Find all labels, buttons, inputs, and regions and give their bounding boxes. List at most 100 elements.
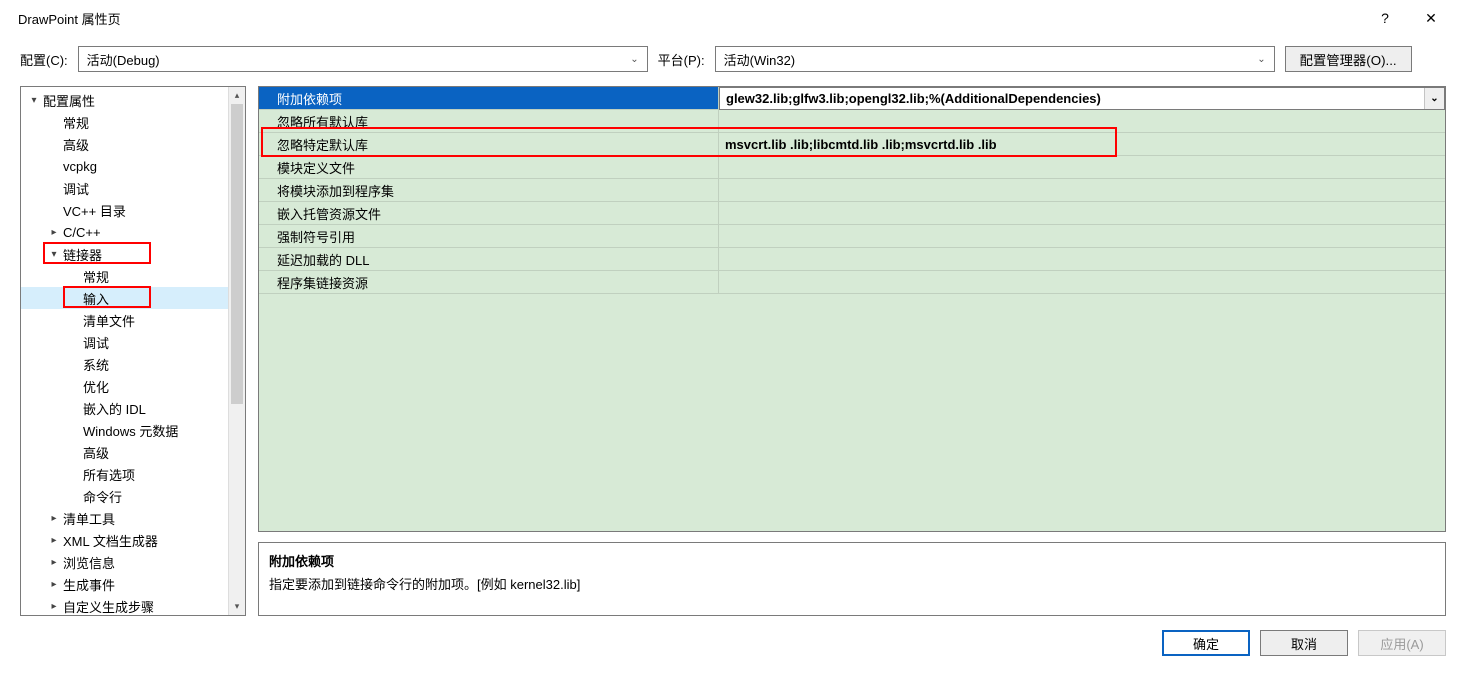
tree-item[interactable]: 调试 xyxy=(21,177,228,199)
property-row[interactable]: 模块定义文件 xyxy=(259,156,1445,179)
chevron-down-icon: ⌄ xyxy=(1257,54,1265,65)
tree-item-label: 高级 xyxy=(81,443,111,462)
tree-item[interactable]: 优化 xyxy=(21,375,228,397)
property-row[interactable]: 附加依赖项 glew32.lib;glfw3.lib;opengl32.lib;%… xyxy=(259,87,1445,110)
tree-item-label: C/C++ xyxy=(61,225,103,240)
tree-item-label: 自定义生成步骤 xyxy=(61,597,156,616)
property-name: 忽略特定默认库 xyxy=(259,133,719,156)
tree-item-label: 系统 xyxy=(81,355,111,374)
help-button[interactable]: ? xyxy=(1362,3,1408,33)
tree-item-label: 调试 xyxy=(61,179,91,198)
window-title: DrawPoint 属性页 xyxy=(12,9,1362,28)
tree-item[interactable]: ▸自定义生成步骤 xyxy=(21,595,228,615)
property-value[interactable] xyxy=(719,271,1445,294)
property-value-text: glew32.lib;glfw3.lib;opengl32.lib;%(Addi… xyxy=(726,91,1101,106)
scroll-thumb[interactable] xyxy=(231,104,243,404)
expand-right-icon[interactable]: ▸ xyxy=(47,513,61,524)
property-value[interactable] xyxy=(719,110,1445,133)
tree-item[interactable]: ▸清单工具 xyxy=(21,507,228,529)
tree-item[interactable]: ▸C/C++ xyxy=(21,221,228,243)
nav-tree: ▾配置属性常规高级vcpkg调试VC++ 目录▸C/C++▾链接器常规输入清单文… xyxy=(20,86,246,616)
description-panel: 附加依赖项 指定要添加到链接命令行的附加项。[例如 kernel32.lib] xyxy=(258,542,1446,616)
tree-scrollbar[interactable]: ▴ ▾ xyxy=(228,87,245,615)
tree-item-label: 清单文件 xyxy=(81,311,137,330)
tree-item[interactable]: ▾配置属性 xyxy=(21,89,228,111)
tree-item[interactable]: 高级 xyxy=(21,441,228,463)
property-name: 程序集链接资源 xyxy=(259,271,719,294)
scroll-down-icon[interactable]: ▾ xyxy=(229,598,245,615)
tree-item[interactable]: 命令行 xyxy=(21,485,228,507)
expand-right-icon[interactable]: ▸ xyxy=(47,535,61,546)
tree-item[interactable]: 输入 xyxy=(21,287,228,309)
property-row[interactable]: 程序集链接资源 xyxy=(259,271,1445,294)
tree-item[interactable]: ▸浏览信息 xyxy=(21,551,228,573)
tree-item-label: 嵌入的 IDL xyxy=(81,399,148,418)
tree-item-label: 浏览信息 xyxy=(61,553,117,572)
tree-item[interactable]: 嵌入的 IDL xyxy=(21,397,228,419)
property-row[interactable]: 忽略特定默认库 msvcrt.lib .lib;libcmtd.lib .lib;… xyxy=(259,133,1445,156)
tree-item[interactable]: 清单文件 xyxy=(21,309,228,331)
expand-right-icon[interactable]: ▸ xyxy=(47,557,61,568)
expand-right-icon[interactable]: ▸ xyxy=(47,601,61,612)
property-name: 延迟加载的 DLL xyxy=(259,248,719,271)
tree-item-label: 高级 xyxy=(61,135,91,154)
tree-item-label: 配置属性 xyxy=(41,91,97,110)
tree-item-label: VC++ 目录 xyxy=(61,201,128,220)
property-value[interactable] xyxy=(719,248,1445,271)
property-value[interactable] xyxy=(719,156,1445,179)
property-value[interactable] xyxy=(719,179,1445,202)
tree-item-label: 链接器 xyxy=(61,245,104,264)
tree-item[interactable]: 高级 xyxy=(21,133,228,155)
property-value[interactable] xyxy=(719,202,1445,225)
tree-item-label: vcpkg xyxy=(61,159,99,174)
close-button[interactable]: ✕ xyxy=(1408,3,1454,33)
expand-down-icon[interactable]: ▾ xyxy=(27,95,41,106)
property-name: 嵌入托管资源文件 xyxy=(259,202,719,225)
property-row[interactable]: 强制符号引用 xyxy=(259,225,1445,248)
cancel-button[interactable]: 取消 xyxy=(1260,630,1348,656)
tree-item[interactable]: Windows 元数据 xyxy=(21,419,228,441)
description-body: 指定要添加到链接命令行的附加项。[例如 kernel32.lib] xyxy=(269,574,1435,593)
chevron-down-icon: ⌄ xyxy=(630,54,638,65)
expand-down-icon[interactable]: ▾ xyxy=(47,249,61,260)
tree-item-label: 输入 xyxy=(81,289,111,308)
titlebar: DrawPoint 属性页 ? ✕ xyxy=(0,0,1466,36)
property-name: 附加依赖项 xyxy=(259,87,719,110)
tree-item[interactable]: ▸XML 文档生成器 xyxy=(21,529,228,551)
dropdown-icon[interactable]: ⌄ xyxy=(1424,88,1444,109)
ok-button[interactable]: 确定 xyxy=(1162,630,1250,656)
tree-item-label: 所有选项 xyxy=(81,465,137,484)
tree-item-label: 命令行 xyxy=(81,487,124,506)
platform-combo[interactable]: 活动(Win32) ⌄ xyxy=(715,46,1275,72)
config-value: 活动(Debug) xyxy=(87,50,160,69)
property-grid: 附加依赖项 glew32.lib;glfw3.lib;opengl32.lib;%… xyxy=(258,86,1446,532)
tree-item[interactable]: VC++ 目录 xyxy=(21,199,228,221)
platform-label: 平台(P): xyxy=(658,50,705,69)
scroll-up-icon[interactable]: ▴ xyxy=(229,87,245,104)
tree-item-label: 优化 xyxy=(81,377,111,396)
tree-item[interactable]: ▾链接器 xyxy=(21,243,228,265)
property-row[interactable]: 将模块添加到程序集 xyxy=(259,179,1445,202)
property-row[interactable]: 嵌入托管资源文件 xyxy=(259,202,1445,225)
dialog-footer: 确定 取消 应用(A) xyxy=(0,616,1466,656)
tree-item[interactable]: ▸生成事件 xyxy=(21,573,228,595)
tree-item[interactable]: 所有选项 xyxy=(21,463,228,485)
property-name: 模块定义文件 xyxy=(259,156,719,179)
tree-item[interactable]: 系统 xyxy=(21,353,228,375)
tree-item[interactable]: 常规 xyxy=(21,265,228,287)
property-row[interactable]: 忽略所有默认库 xyxy=(259,110,1445,133)
tree-item[interactable]: 常规 xyxy=(21,111,228,133)
config-label: 配置(C): xyxy=(20,50,68,69)
config-manager-button[interactable]: 配置管理器(O)... xyxy=(1285,46,1412,72)
property-value[interactable]: glew32.lib;glfw3.lib;opengl32.lib;%(Addi… xyxy=(719,87,1445,110)
property-row[interactable]: 延迟加载的 DLL xyxy=(259,248,1445,271)
property-value-text: msvcrt.lib .lib;libcmtd.lib .lib;msvcrtd… xyxy=(725,137,997,152)
config-combo[interactable]: 活动(Debug) ⌄ xyxy=(78,46,648,72)
tree-item[interactable]: vcpkg xyxy=(21,155,228,177)
tree-item[interactable]: 调试 xyxy=(21,331,228,353)
property-value[interactable] xyxy=(719,225,1445,248)
expand-right-icon[interactable]: ▸ xyxy=(47,227,61,238)
property-value[interactable]: msvcrt.lib .lib;libcmtd.lib .lib;msvcrtd… xyxy=(719,133,1445,156)
tree-item-label: 常规 xyxy=(81,267,111,286)
expand-right-icon[interactable]: ▸ xyxy=(47,579,61,590)
